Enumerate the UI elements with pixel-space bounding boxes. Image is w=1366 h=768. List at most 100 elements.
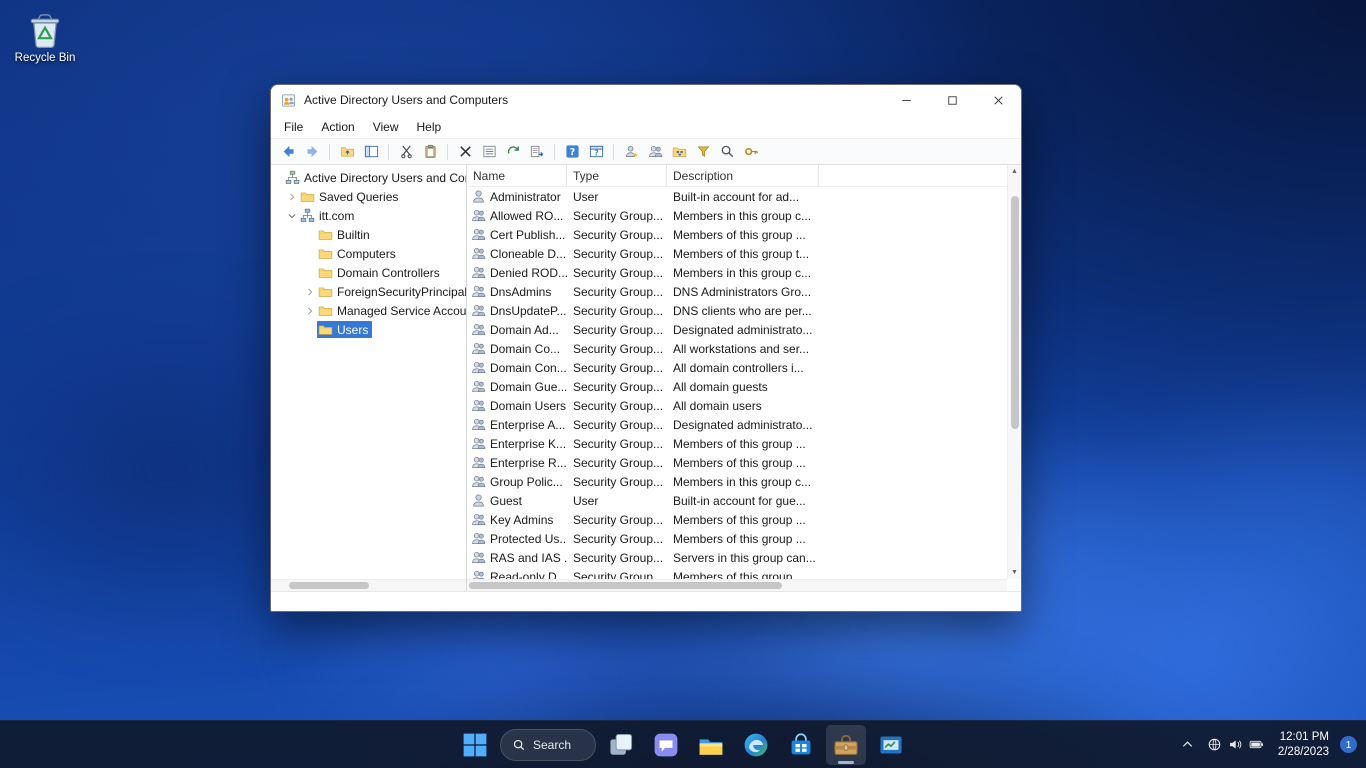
chevron-right-icon[interactable] — [284, 192, 299, 202]
scrollbar-thumb[interactable] — [469, 582, 782, 589]
set-filter-button[interactable] — [692, 141, 714, 163]
table-row[interactable]: Domain UsersSecurity Group...All domain … — [467, 396, 1007, 415]
taskbar-edge[interactable] — [736, 725, 776, 765]
edge-icon — [743, 732, 769, 758]
taskbar-task-view[interactable] — [601, 725, 641, 765]
help-button[interactable]: ? — [561, 141, 583, 163]
tree-item-foreignsecurityprincipals[interactable]: ForeignSecurityPrincipals — [271, 282, 466, 301]
group-icon — [471, 455, 486, 470]
menu-action[interactable]: Action — [312, 117, 363, 137]
tree-item-itt-com[interactable]: itt.com — [271, 206, 466, 225]
tree-item-managed-service-accounts[interactable]: Managed Service Accounts — [271, 301, 466, 320]
tree-item-builtin[interactable]: Builtin — [271, 225, 466, 244]
scroll-up-icon[interactable]: ▲ — [1011, 165, 1018, 178]
tree-horizontal-scrollbar[interactable] — [271, 579, 466, 591]
table-row[interactable]: Enterprise R...Security Group...Members … — [467, 453, 1007, 472]
toolbar-separator — [554, 144, 555, 160]
export-list-button[interactable] — [526, 141, 548, 163]
minimize-button[interactable] — [883, 85, 929, 115]
titlebar[interactable]: Active Directory Users and Computers — [271, 85, 1021, 115]
taskbar-server-manager[interactable] — [871, 725, 911, 765]
maximize-button[interactable] — [929, 85, 975, 115]
table-row[interactable]: Domain Gue...Security Group...All domain… — [467, 377, 1007, 396]
list-horizontal-scrollbar[interactable] — [467, 579, 1007, 591]
table-row[interactable]: Allowed RO...Security Group...Members in… — [467, 206, 1007, 225]
menu-help[interactable]: Help — [408, 117, 451, 137]
table-row[interactable]: Enterprise K...Security Group...Members … — [467, 434, 1007, 453]
list-vertical-scrollbar[interactable]: ▲ ▼ — [1007, 165, 1021, 579]
scrollbar-thumb[interactable] — [1011, 196, 1019, 429]
chevron-right-icon[interactable] — [302, 306, 317, 316]
table-row[interactable]: Group Polic...Security Group...Members i… — [467, 472, 1007, 491]
cell-description: Built-in account for ad... — [667, 190, 819, 204]
table-row[interactable]: GuestUserBuilt-in account for gue... — [467, 491, 1007, 510]
table-row[interactable]: Cloneable D...Security Group...Members o… — [467, 244, 1007, 263]
tree-item-domain-controllers[interactable]: Domain Controllers — [271, 263, 466, 282]
cell-name: Administrator — [490, 190, 561, 204]
recycle-bin-shortcut[interactable]: Recycle Bin — [12, 8, 78, 64]
taskbar-store[interactable] — [781, 725, 821, 765]
forward-button[interactable] — [301, 141, 323, 163]
table-row[interactable]: DnsAdminsSecurity Group...DNS Administra… — [467, 282, 1007, 301]
table-row[interactable]: Domain Ad...Security Group...Designated … — [467, 320, 1007, 339]
column-header-name[interactable]: Name — [467, 165, 567, 186]
paste-button[interactable] — [419, 141, 441, 163]
scrollbar-track[interactable] — [1008, 178, 1021, 566]
menubar: FileActionViewHelp — [271, 115, 1021, 139]
close-button[interactable] — [975, 85, 1021, 115]
notification-badge[interactable]: 1 — [1340, 736, 1357, 753]
table-row[interactable]: Key AdminsSecurity Group...Members of th… — [467, 510, 1007, 529]
column-header-type[interactable]: Type — [567, 165, 667, 186]
tree-item-label: Users — [337, 323, 368, 337]
delete-button[interactable] — [454, 141, 476, 163]
show-console-tree-button[interactable] — [360, 141, 382, 163]
context-help-button[interactable]: ? — [585, 141, 607, 163]
taskbar-search[interactable]: Search — [500, 729, 596, 761]
back-button[interactable] — [277, 141, 299, 163]
table-row[interactable]: Read-only D...Security Group...Members o… — [467, 567, 1007, 579]
status-bar — [271, 591, 1021, 611]
taskbar-start[interactable] — [455, 725, 495, 765]
taskbar-file-explorer[interactable] — [691, 725, 731, 765]
table-row[interactable]: Cert Publish...Security Group...Members … — [467, 225, 1007, 244]
scroll-down-icon[interactable]: ▼ — [1011, 566, 1018, 579]
chevron-down-icon[interactable] — [284, 211, 299, 221]
table-row[interactable]: Enterprise A...Security Group...Designat… — [467, 415, 1007, 434]
table-row[interactable]: Domain Co...Security Group...All worksta… — [467, 339, 1007, 358]
tree-item-users[interactable]: Users — [271, 320, 466, 339]
taskbar-clock[interactable]: 12:01 PM 2/28/2023 — [1271, 730, 1336, 760]
windows-logo-icon — [462, 732, 488, 758]
up-one-level-button[interactable] — [336, 141, 358, 163]
table-row[interactable]: DnsUpdateP...Security Group...DNS client… — [467, 301, 1007, 320]
tree-item-active-directory-users-and-computers[interactable]: Active Directory Users and Computers — [271, 168, 466, 187]
tray-overflow-button[interactable] — [1175, 727, 1200, 763]
column-header-description[interactable]: Description — [667, 165, 819, 186]
table-row[interactable]: Domain Con...Security Group...All domain… — [467, 358, 1007, 377]
store-icon — [788, 732, 814, 758]
new-user-button[interactable] — [620, 141, 642, 163]
menu-file[interactable]: File — [275, 117, 312, 137]
toolbox-icon — [833, 732, 859, 758]
delegate-control-button[interactable] — [740, 141, 762, 163]
new-group-button[interactable] — [644, 141, 666, 163]
table-row[interactable]: AdministratorUserBuilt-in account for ad… — [467, 187, 1007, 206]
console-content: Active Directory Users and ComputersSave… — [271, 165, 1021, 591]
new-user-icon — [624, 144, 639, 159]
tree-item-saved-queries[interactable]: Saved Queries — [271, 187, 466, 206]
properties-button[interactable] — [478, 141, 500, 163]
menu-view[interactable]: View — [364, 117, 408, 137]
taskbar-aduc-console[interactable] — [826, 725, 866, 765]
set-filter-icon — [696, 144, 711, 159]
cut-button[interactable] — [395, 141, 417, 163]
table-row[interactable]: RAS and IAS ...Security Group...Servers … — [467, 548, 1007, 567]
find-objects-button[interactable] — [716, 141, 738, 163]
new-ou-button[interactable] — [668, 141, 690, 163]
chevron-right-icon[interactable] — [302, 287, 317, 297]
table-row[interactable]: Denied ROD...Security Group...Members in… — [467, 263, 1007, 282]
refresh-button[interactable] — [502, 141, 524, 163]
scrollbar-thumb[interactable] — [289, 582, 369, 589]
table-row[interactable]: Protected Us...Security Group...Members … — [467, 529, 1007, 548]
tree-item-computers[interactable]: Computers — [271, 244, 466, 263]
tray-status-area[interactable] — [1202, 727, 1269, 763]
taskbar-chat[interactable] — [646, 725, 686, 765]
